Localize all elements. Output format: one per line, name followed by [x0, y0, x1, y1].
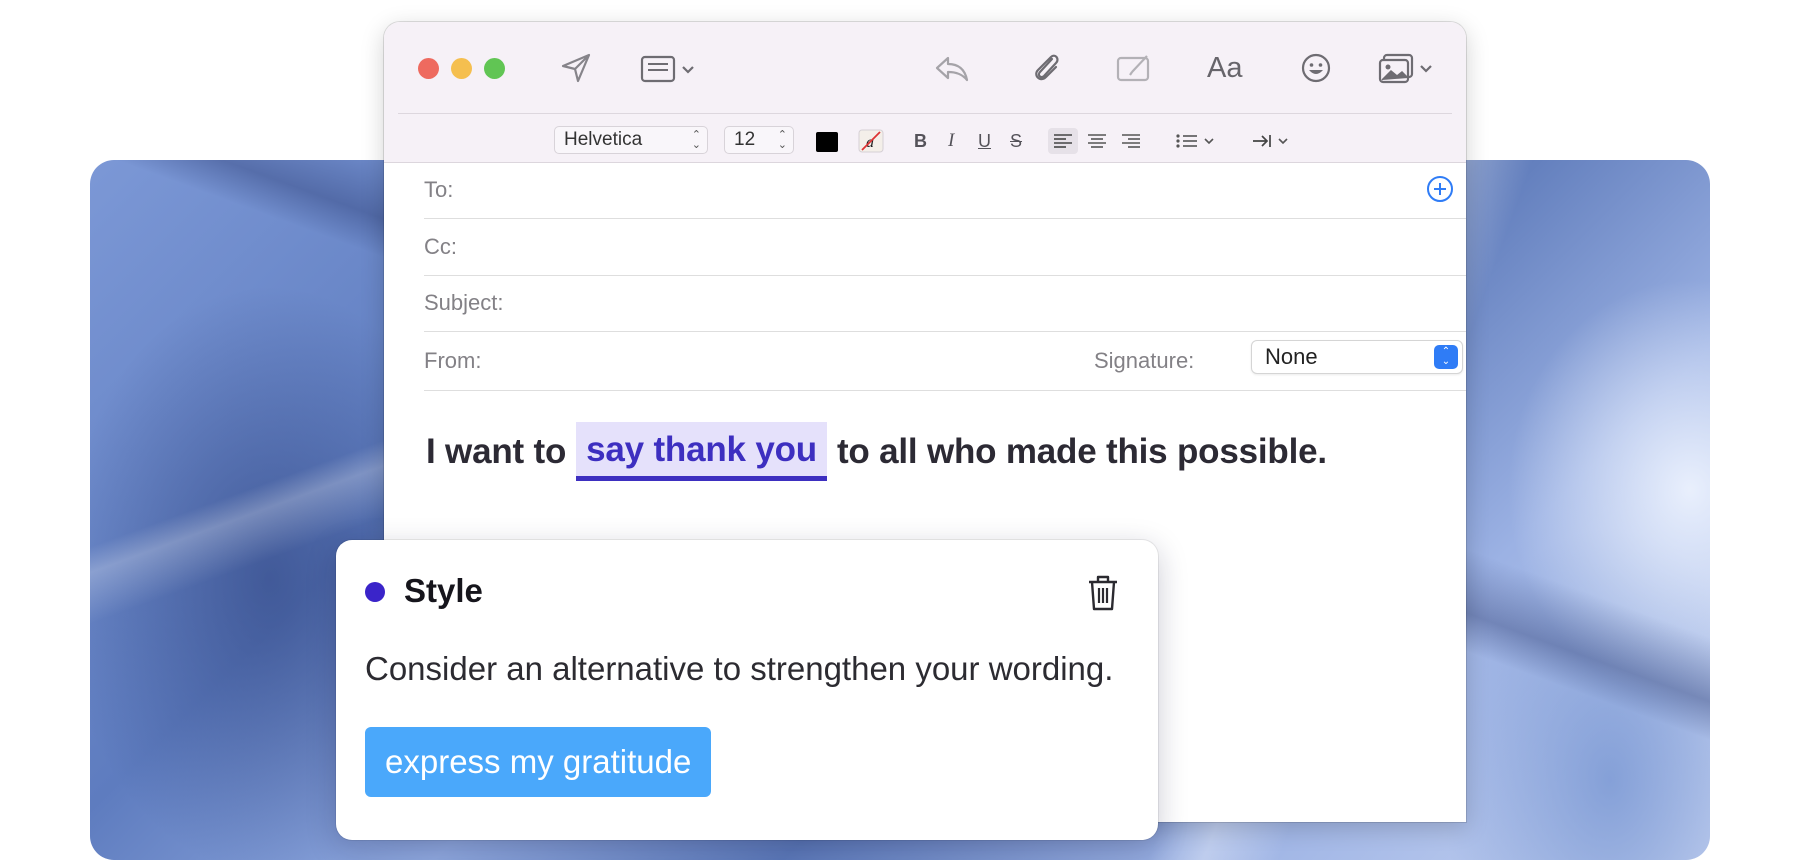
header-fields-icon[interactable] [640, 50, 698, 86]
flagged-phrase[interactable]: say thank you [576, 422, 827, 481]
minimize-window-button[interactable] [451, 58, 472, 79]
window-controls [418, 58, 505, 79]
category-dot-icon [365, 582, 385, 602]
subject-label: Subject: [424, 290, 504, 315]
stepper-icon: ⌃ ⌄ [777, 129, 787, 151]
message-body[interactable]: I want to say thank you to all who made … [426, 422, 1327, 481]
align-left-button[interactable] [1048, 128, 1078, 154]
stepper-icon: ⌃ ⌄ [691, 129, 701, 151]
stepper-icon: ⌃ ⌄ [1434, 345, 1458, 369]
suggestion-card: Style Consider an alternative to strengt… [336, 540, 1158, 840]
signature-select[interactable]: None ⌃ ⌄ [1251, 340, 1463, 374]
toolbar: Aa Helvetica ⌃⌄ 12 ⌃⌄ a B I U S [384, 22, 1466, 163]
bold-button[interactable]: B [914, 128, 927, 154]
markup-icon[interactable] [1116, 50, 1152, 86]
message-text-before: I want to [426, 431, 567, 471]
suggestion-message: Consider an alternative to strengthen yo… [365, 650, 1114, 687]
indent-button[interactable] [1250, 128, 1296, 154]
to-field[interactable]: To: [424, 162, 1466, 219]
align-right-button[interactable] [1116, 128, 1146, 154]
trash-icon[interactable] [1086, 574, 1120, 617]
list-style-button[interactable] [1174, 128, 1220, 154]
emoji-icon[interactable] [1300, 50, 1332, 86]
fonts-icon[interactable]: Aa [1207, 50, 1242, 86]
align-center-button[interactable] [1082, 128, 1112, 154]
cc-field[interactable]: Cc: [424, 219, 1466, 276]
photo-browser-icon[interactable] [1378, 50, 1436, 86]
underline-button[interactable]: U [978, 128, 991, 154]
toolbar-divider [398, 113, 1452, 114]
font-size-select[interactable]: 12 ⌃ ⌄ [724, 126, 794, 154]
strikethrough-button[interactable]: S [1010, 128, 1022, 154]
text-color-swatch[interactable] [816, 132, 838, 152]
cc-label: Cc: [424, 234, 457, 259]
font-size-value: 12 [734, 129, 756, 150]
signature-label: Signature: [1094, 348, 1195, 373]
font-family-value: Helvetica [564, 129, 643, 150]
background-color-icon[interactable]: a [858, 128, 884, 154]
from-label: From: [424, 348, 482, 373]
add-contact-icon[interactable] [1426, 175, 1454, 209]
format-bar: Helvetica ⌃⌄ 12 ⌃⌄ a B I U S [384, 122, 1466, 160]
zoom-window-button[interactable] [484, 58, 505, 79]
reply-icon[interactable] [934, 50, 970, 86]
font-family-select[interactable]: Helvetica ⌃ ⌄ [554, 126, 708, 154]
attachment-icon[interactable] [1030, 50, 1062, 86]
italic-button[interactable]: I [948, 128, 954, 154]
subject-field[interactable]: Subject: [424, 275, 1466, 332]
apply-suggestion-button[interactable]: express my gratitude [365, 727, 712, 797]
message-text-after: to all who made this possible. [836, 431, 1327, 471]
from-field: From: Signature: None ⌃ ⌄ [424, 332, 1466, 391]
signature-value: None [1265, 344, 1318, 369]
suggestion-category: Style [404, 572, 483, 609]
close-window-button[interactable] [418, 58, 439, 79]
send-icon[interactable] [560, 50, 592, 86]
to-label: To: [424, 177, 454, 202]
